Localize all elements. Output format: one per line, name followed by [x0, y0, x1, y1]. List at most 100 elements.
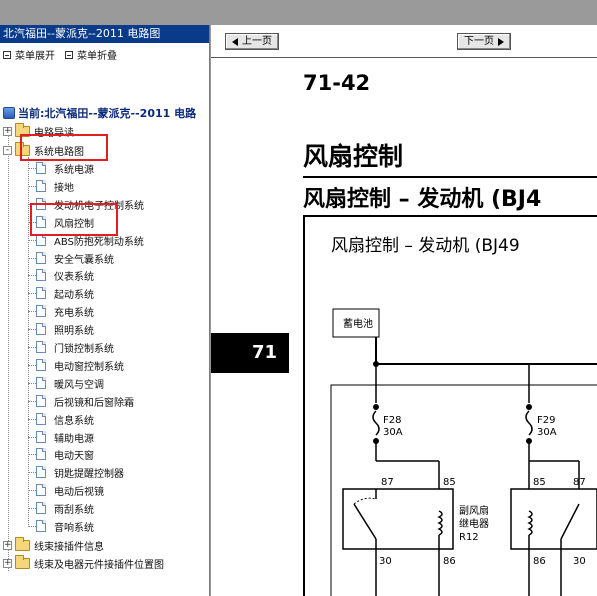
folder-label: 线束接插件信息 — [34, 541, 104, 553]
junction-dot — [526, 404, 532, 410]
system-diagram-item[interactable]: 雨刮系统 — [36, 500, 94, 516]
document-viewer: 上一页 下一页 71-42 风扇控制 风扇控制 – 发动机 (BJ4 71 风扇… — [211, 25, 597, 596]
tree-connector — [28, 347, 36, 348]
system-diagram-item[interactable]: 系统电源 — [36, 160, 94, 176]
tree-toolbar: 菜单展开 菜单折叠 — [3, 47, 117, 62]
expander-icon[interactable]: + — [3, 558, 12, 568]
system-diagram-item[interactable]: 接地 — [36, 178, 74, 194]
system-diagram-item[interactable]: 后视镜和后窗除霜 — [36, 393, 134, 409]
fuse2-rating: 30A — [537, 427, 557, 438]
collapse-menu-button[interactable]: 菜单折叠 — [65, 47, 117, 62]
system-diagram-label: 电动后视镜 — [54, 486, 104, 498]
expander-icon[interactable]: - — [3, 145, 12, 155]
system-diagram-item[interactable]: 起动系统 — [36, 285, 94, 301]
system-diagram-item[interactable]: 电动后视镜 — [36, 482, 104, 498]
system-diagram-label: 电动窗控制系统 — [54, 361, 124, 373]
tree-root[interactable]: 当前:北汽福田--蒙派克--2011 电路 — [3, 105, 196, 121]
expander-icon[interactable]: + — [3, 126, 12, 136]
relay2-box — [510, 488, 597, 550]
system-diagram-item[interactable]: 信息系统 — [36, 411, 94, 427]
system-diagram-label: 接地 — [54, 182, 74, 194]
system-diagram-label: 暖风与空调 — [54, 379, 104, 391]
document-icon — [36, 323, 46, 335]
relay-label-1: 副风扇 — [459, 504, 489, 517]
relay1-pin-87: 87 — [381, 477, 394, 488]
page-nav-bar: 上一页 下一页 — [211, 25, 597, 58]
wiring-diagram: 蓄电池 F28 30A F29 30A 87 85 30 86 副风扇 继电器 … — [330, 308, 597, 596]
tree-connector — [28, 508, 36, 509]
system-diagram-label: 信息系统 — [54, 415, 94, 427]
document-icon — [36, 162, 46, 174]
system-diagram-item[interactable]: 充电系统 — [36, 303, 94, 319]
folder-harness-location-maps[interactable]: + 线束及电器元件接插件位置图 — [3, 554, 164, 571]
next-page-button[interactable]: 下一页 — [457, 33, 511, 50]
system-diagram-item[interactable]: 钥匙提醒控制器 — [36, 464, 124, 480]
tree-connector — [28, 454, 36, 455]
relay-label-3: R12 — [459, 532, 479, 543]
tree-connector — [28, 293, 36, 294]
system-diagram-item[interactable]: 辅助电源 — [36, 429, 94, 445]
prev-page-label: 上一页 — [242, 36, 272, 47]
collapse-icon — [65, 50, 73, 59]
expand-menu-button[interactable]: 菜单展开 — [3, 47, 55, 62]
system-diagram-item[interactable]: 电动天窗 — [36, 446, 94, 462]
system-diagram-item[interactable]: 门锁控制系统 — [36, 339, 114, 355]
expand-menu-label: 菜单展开 — [15, 51, 55, 62]
tree-connector — [28, 329, 36, 330]
folder-label: 线束及电器元件接插件位置图 — [34, 559, 164, 571]
system-diagram-label: 辅助电源 — [54, 433, 94, 445]
document-icon — [36, 448, 46, 460]
app-window: 北汽福田--蒙派克--2011 电路图 菜单展开 菜单折叠 当前:北汽福田--蒙… — [0, 0, 597, 596]
document-icon — [36, 341, 46, 353]
battery-label: 蓄电池 — [343, 317, 373, 330]
prev-page-button[interactable]: 上一页 — [225, 33, 279, 50]
fuse1-symbol — [372, 410, 380, 436]
system-diagram-label: 门锁控制系统 — [54, 343, 114, 355]
relay1-pin-30: 30 — [379, 556, 392, 567]
arrow-right-icon — [498, 37, 504, 46]
document-icon — [36, 484, 46, 496]
tree-connector — [28, 490, 36, 491]
system-diagram-item[interactable]: 音响系统 — [36, 518, 94, 534]
system-diagram-item[interactable]: 暖风与空调 — [36, 375, 104, 391]
fuse2-symbol — [525, 410, 533, 436]
system-diagram-label: 照明系统 — [54, 325, 94, 337]
system-diagram-item[interactable]: 仪表系统 — [36, 267, 94, 283]
document-icon — [36, 359, 46, 371]
system-diagram-label: 仪表系统 — [54, 271, 94, 283]
folder-icon — [15, 536, 30, 551]
relay2-pin-30: 30 — [573, 556, 586, 567]
system-diagram-label: 钥匙提醒控制器 — [54, 468, 124, 480]
fuse2-name: F29 — [537, 415, 555, 426]
tree-connector — [28, 365, 36, 366]
tree-connector — [28, 275, 36, 276]
tree-connector — [28, 437, 36, 438]
document-icon — [36, 377, 46, 389]
tree-connector — [28, 240, 36, 241]
document-icon — [36, 413, 46, 425]
document-page: 71-42 风扇控制 风扇控制 – 发动机 (BJ4 71 风扇控制 – 发动机… — [211, 59, 597, 596]
expand-icon — [3, 50, 11, 59]
document-icon — [36, 269, 46, 281]
tree-connector — [28, 186, 36, 187]
system-diagram-label: 系统电源 — [54, 164, 94, 176]
relay2-pin-85: 85 — [533, 477, 546, 488]
tree-root-label: 当前:北汽福田--蒙派克--2011 电路 — [18, 107, 197, 120]
system-diagram-item[interactable]: 电动窗控制系统 — [36, 357, 124, 373]
expander-icon[interactable]: + — [3, 540, 12, 550]
document-icon — [36, 287, 46, 299]
collapse-menu-label: 菜单折叠 — [77, 51, 117, 62]
tree-connector — [28, 258, 36, 259]
computer-icon — [3, 107, 15, 119]
system-diagram-item[interactable]: 安全气囊系统 — [36, 250, 114, 266]
highlight-box-fan-control — [30, 203, 118, 236]
next-page-label: 下一页 — [464, 36, 494, 47]
document-icon — [36, 305, 46, 317]
tree-pane: 北汽福田--蒙派克--2011 电路图 菜单展开 菜单折叠 当前:北汽福田--蒙… — [0, 25, 210, 596]
system-diagram-item[interactable]: 照明系统 — [36, 321, 94, 337]
folder-harness-connector-info[interactable]: + 线束接插件信息 — [3, 536, 104, 553]
system-diagram-label: 起动系统 — [54, 289, 94, 301]
highlight-box-system-diagrams — [20, 134, 108, 161]
system-diagram-label: 雨刮系统 — [54, 504, 94, 516]
tree-connector — [28, 168, 36, 169]
